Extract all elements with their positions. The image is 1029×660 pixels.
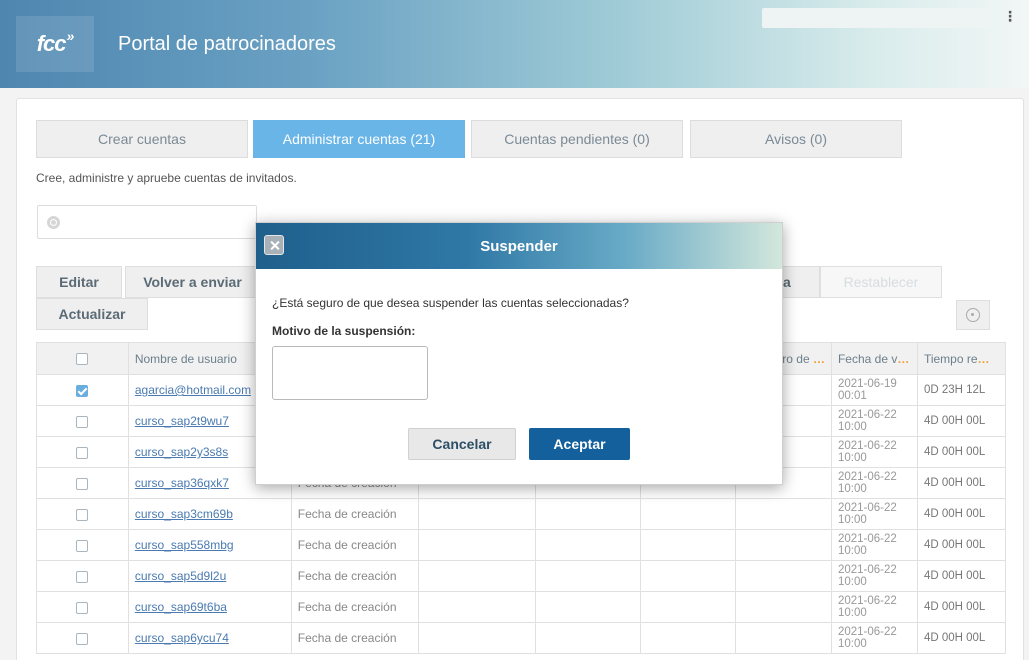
row-checkbox[interactable] [36,405,129,437]
actualizar-button[interactable]: Actualizar [36,298,148,330]
cell-registro [735,560,832,592]
cell-tiempo-restante: 4D 00H 00L [916,467,1007,499]
tab-crear-cuentas[interactable]: Crear cuentas [36,120,248,158]
cell-tiempo-restante: 4D 00H 00L [916,529,1007,561]
username-link[interactable]: curso_sap6ycu74 [127,622,292,654]
cell-fecha-creacion: Fecha de creación [290,498,419,530]
row-checkbox[interactable] [36,498,129,530]
cell-tiempo-restante: 4D 00H 00L [916,622,1007,654]
search-icon [47,216,60,229]
close-icon[interactable] [264,235,284,255]
cell-registro [735,622,832,654]
fcc-logo: fcc» [16,16,94,72]
cell-fecha-creacion: Fecha de creación [290,591,419,623]
username-link[interactable]: curso_sap69t6ba [127,591,292,623]
cell-tiempo-restante: 4D 00H 00L [916,405,1007,437]
suspend-dialog: Suspender ¿Está seguro de que desea susp… [255,222,783,485]
cell-fecha-vencimiento: 2021-06-22 10:00 [830,622,918,654]
cell-fecha-creacion: Fecha de creación [290,560,419,592]
cell-tiempo-restante: 4D 00H 00L [916,560,1007,592]
cell-fecha-creacion: Fecha de creación [290,529,419,561]
username-link[interactable]: curso_sap5d9l2u [127,560,292,592]
table-row[interactable]: curso_sap69t6ba Fecha de creación 2021-06-… [36,591,1007,623]
search-input[interactable] [37,205,257,239]
col-fecha-vencimiento[interactable]: Fecha de v… [830,342,918,375]
tab-cuentas-pendientes[interactable]: Cuentas pendientes (0) [471,120,683,158]
dialog-title: Suspender [480,237,558,255]
dialog-question: ¿Está seguro de que desea suspender las … [272,296,629,310]
tab-avisos[interactable]: Avisos (0) [690,120,902,158]
settings-icon [966,308,980,322]
table-row[interactable]: curso_sap5d9l2u Fecha de creación 2021-06-… [36,560,1007,592]
row-checkbox[interactable] [36,560,129,592]
table-row[interactable]: curso_sap6ycu74 Fecha de creación 2021-06-… [36,622,1007,654]
tab-administrar-cuentas[interactable]: Administrar cuentas (21) [253,120,465,158]
user-menu[interactable] [762,8,992,28]
cell-tiempo-restante: 0D 23H 12L [916,374,1007,406]
row-checkbox[interactable] [36,467,129,499]
more-options-icon[interactable]: ⋮ [1003,8,1017,25]
row-checkbox[interactable] [36,374,129,406]
cell-registro [735,529,832,561]
column-settings-button[interactable] [956,300,990,330]
cell-tiempo-restante: 4D 00H 00L [916,436,1007,468]
cell-fecha-creacion: Fecha de creación [290,622,419,654]
motivo-textarea[interactable] [272,346,428,400]
app-header: fcc» Portal de patrocinadores ⋮ [0,0,1029,88]
select-all-checkbox[interactable] [36,342,129,375]
editar-button[interactable]: Editar [36,266,122,298]
cell-tiempo-restante: 4D 00H 00L [916,591,1007,623]
cell-fecha-vencimiento: 2021-06-22 10:00 [830,591,918,623]
cell-fecha-vencimiento: 2021-06-22 10:00 [830,467,918,499]
motivo-label: Motivo de la suspensión: [272,324,416,338]
cell-fecha-vencimiento: 2021-06-22 10:00 [830,498,918,530]
page-subtitle: Cree, administre y apruebe cuentas de in… [36,171,297,185]
row-checkbox[interactable] [36,622,129,654]
col-tiempo-restante[interactable]: Tiempo re… [916,342,1007,375]
row-checkbox[interactable] [36,591,129,623]
cell-tiempo-restante: 4D 00H 00L [916,498,1007,530]
accept-button[interactable]: Aceptar [529,428,630,460]
row-checkbox[interactable] [36,529,129,561]
dialog-header: Suspender [256,223,782,269]
username-link[interactable]: curso_sap558mbg [127,529,292,561]
cancel-button[interactable]: Cancelar [408,428,516,460]
restablecer-button[interactable]: Restablecer [820,266,942,298]
volver-a-enviar-button[interactable]: Volver a enviar [125,266,260,298]
table-row[interactable]: curso_sap558mbg Fecha de creación 2021-06-… [36,529,1007,561]
cell-registro [735,498,832,530]
cell-fecha-vencimiento: 2021-06-22 10:00 [830,560,918,592]
row-checkbox[interactable] [36,436,129,468]
cell-registro [735,591,832,623]
portal-title: Portal de patrocinadores [118,33,336,55]
cell-fecha-vencimiento: 2021-06-19 00:01 [830,374,918,406]
cell-fecha-vencimiento: 2021-06-22 10:00 [830,529,918,561]
cell-fecha-vencimiento: 2021-06-22 10:00 [830,436,918,468]
table-row[interactable]: curso_sap3cm69b Fecha de creación 2021-06-… [36,498,1007,530]
cell-fecha-vencimiento: 2021-06-22 10:00 [830,405,918,437]
username-link[interactable]: curso_sap3cm69b [127,498,292,530]
